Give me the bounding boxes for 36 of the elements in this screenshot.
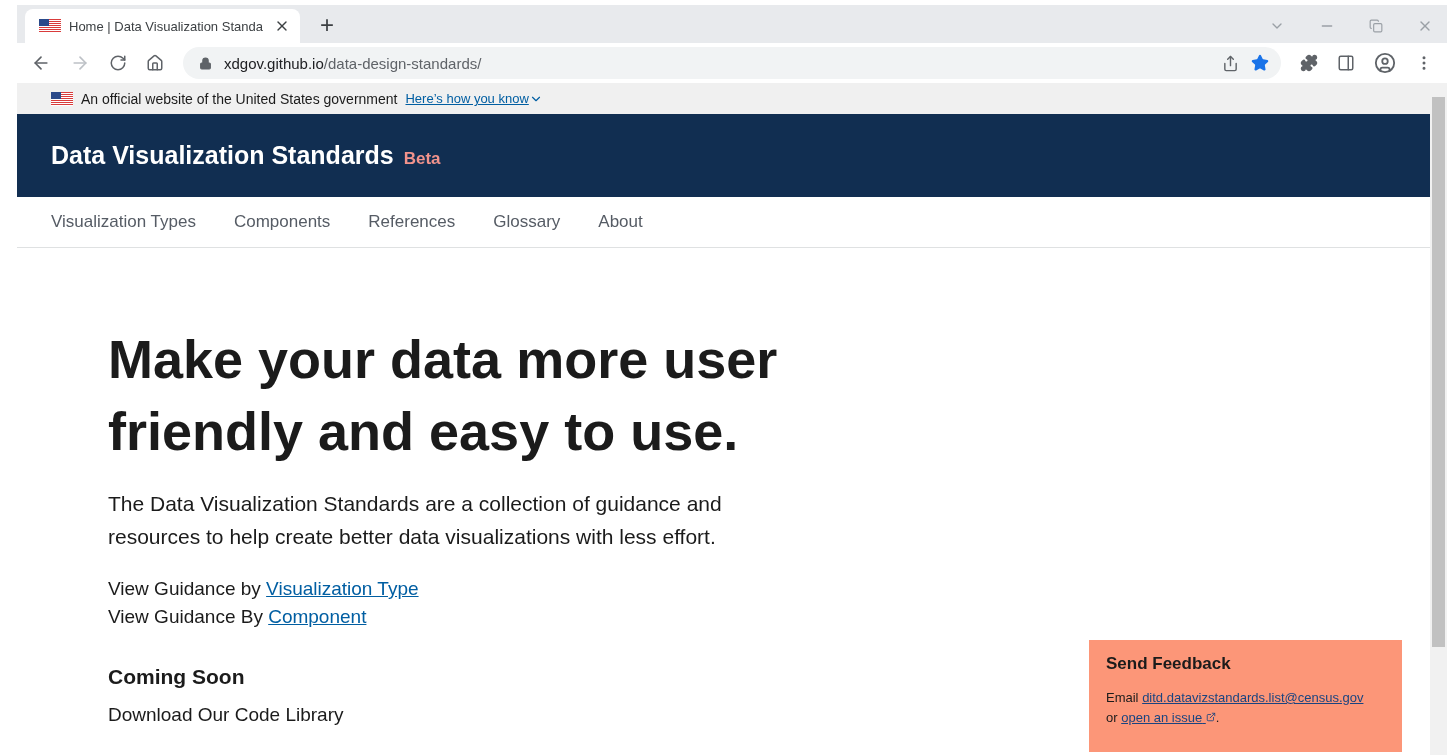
lock-icon [199, 56, 212, 70]
guidance-link[interactable]: Component [268, 606, 367, 627]
scrollbar[interactable] [1430, 83, 1447, 755]
reload-icon[interactable] [109, 54, 127, 72]
nav-link[interactable]: About [598, 212, 643, 232]
side-panel-icon[interactable] [1337, 54, 1355, 72]
nav-link[interactable]: Glossary [493, 212, 561, 232]
banner-text: An official website of the United States government [81, 90, 398, 107]
guidance-line: View Guidance by Visualization Type [108, 577, 419, 601]
new-tab-button[interactable]: + [320, 11, 334, 39]
how-you-know-link[interactable]: Here’s how you know [405, 91, 543, 106]
coming-soon-item: Download Our Code Library [108, 703, 344, 727]
coming-soon-heading: Coming Soon [108, 665, 246, 689]
puzzle-icon[interactable] [1300, 54, 1318, 72]
email-link[interactable]: ditd.datavizstandards.list@census.gov [1142, 690, 1364, 705]
guidance-line: View Guidance By Component [108, 605, 367, 629]
feedback-title: Send Feedback [1106, 654, 1232, 674]
intro-text: The Data Visualization Standards are a collection of guidance and resources to help create better data visualizations with less effort. [108, 491, 723, 550]
headline: Make your data more user friendly and easy to use. [108, 328, 779, 463]
nav-link[interactable]: Visualization Types [51, 212, 196, 232]
share-icon[interactable] [1222, 54, 1239, 72]
external-link-icon [1205, 712, 1216, 722]
nav-link[interactable]: References [368, 212, 456, 232]
issue-link[interactable]: open an issue [1121, 710, 1216, 725]
beta-label: Beta [403, 148, 441, 169]
star-icon[interactable] [1251, 54, 1269, 72]
guidance-link[interactable]: Visualization Type [266, 578, 419, 599]
feedback-text: Email ditd.datavizstandards.list@census.gov or open an issue . [1106, 689, 1365, 727]
nav-link[interactable]: Components [233, 212, 331, 232]
flag-icon [39, 19, 61, 33]
flag-icon [51, 91, 73, 106]
address-bar[interactable]: xdgov.github.io/data-design-standards/ [183, 47, 1281, 79]
site-title[interactable]: Data Visualization Standards [51, 141, 394, 170]
profile-icon[interactable] [1374, 52, 1396, 74]
home-icon[interactable] [146, 54, 164, 72]
browser-tab[interactable]: Home | Data Visualization Standa [25, 9, 300, 43]
